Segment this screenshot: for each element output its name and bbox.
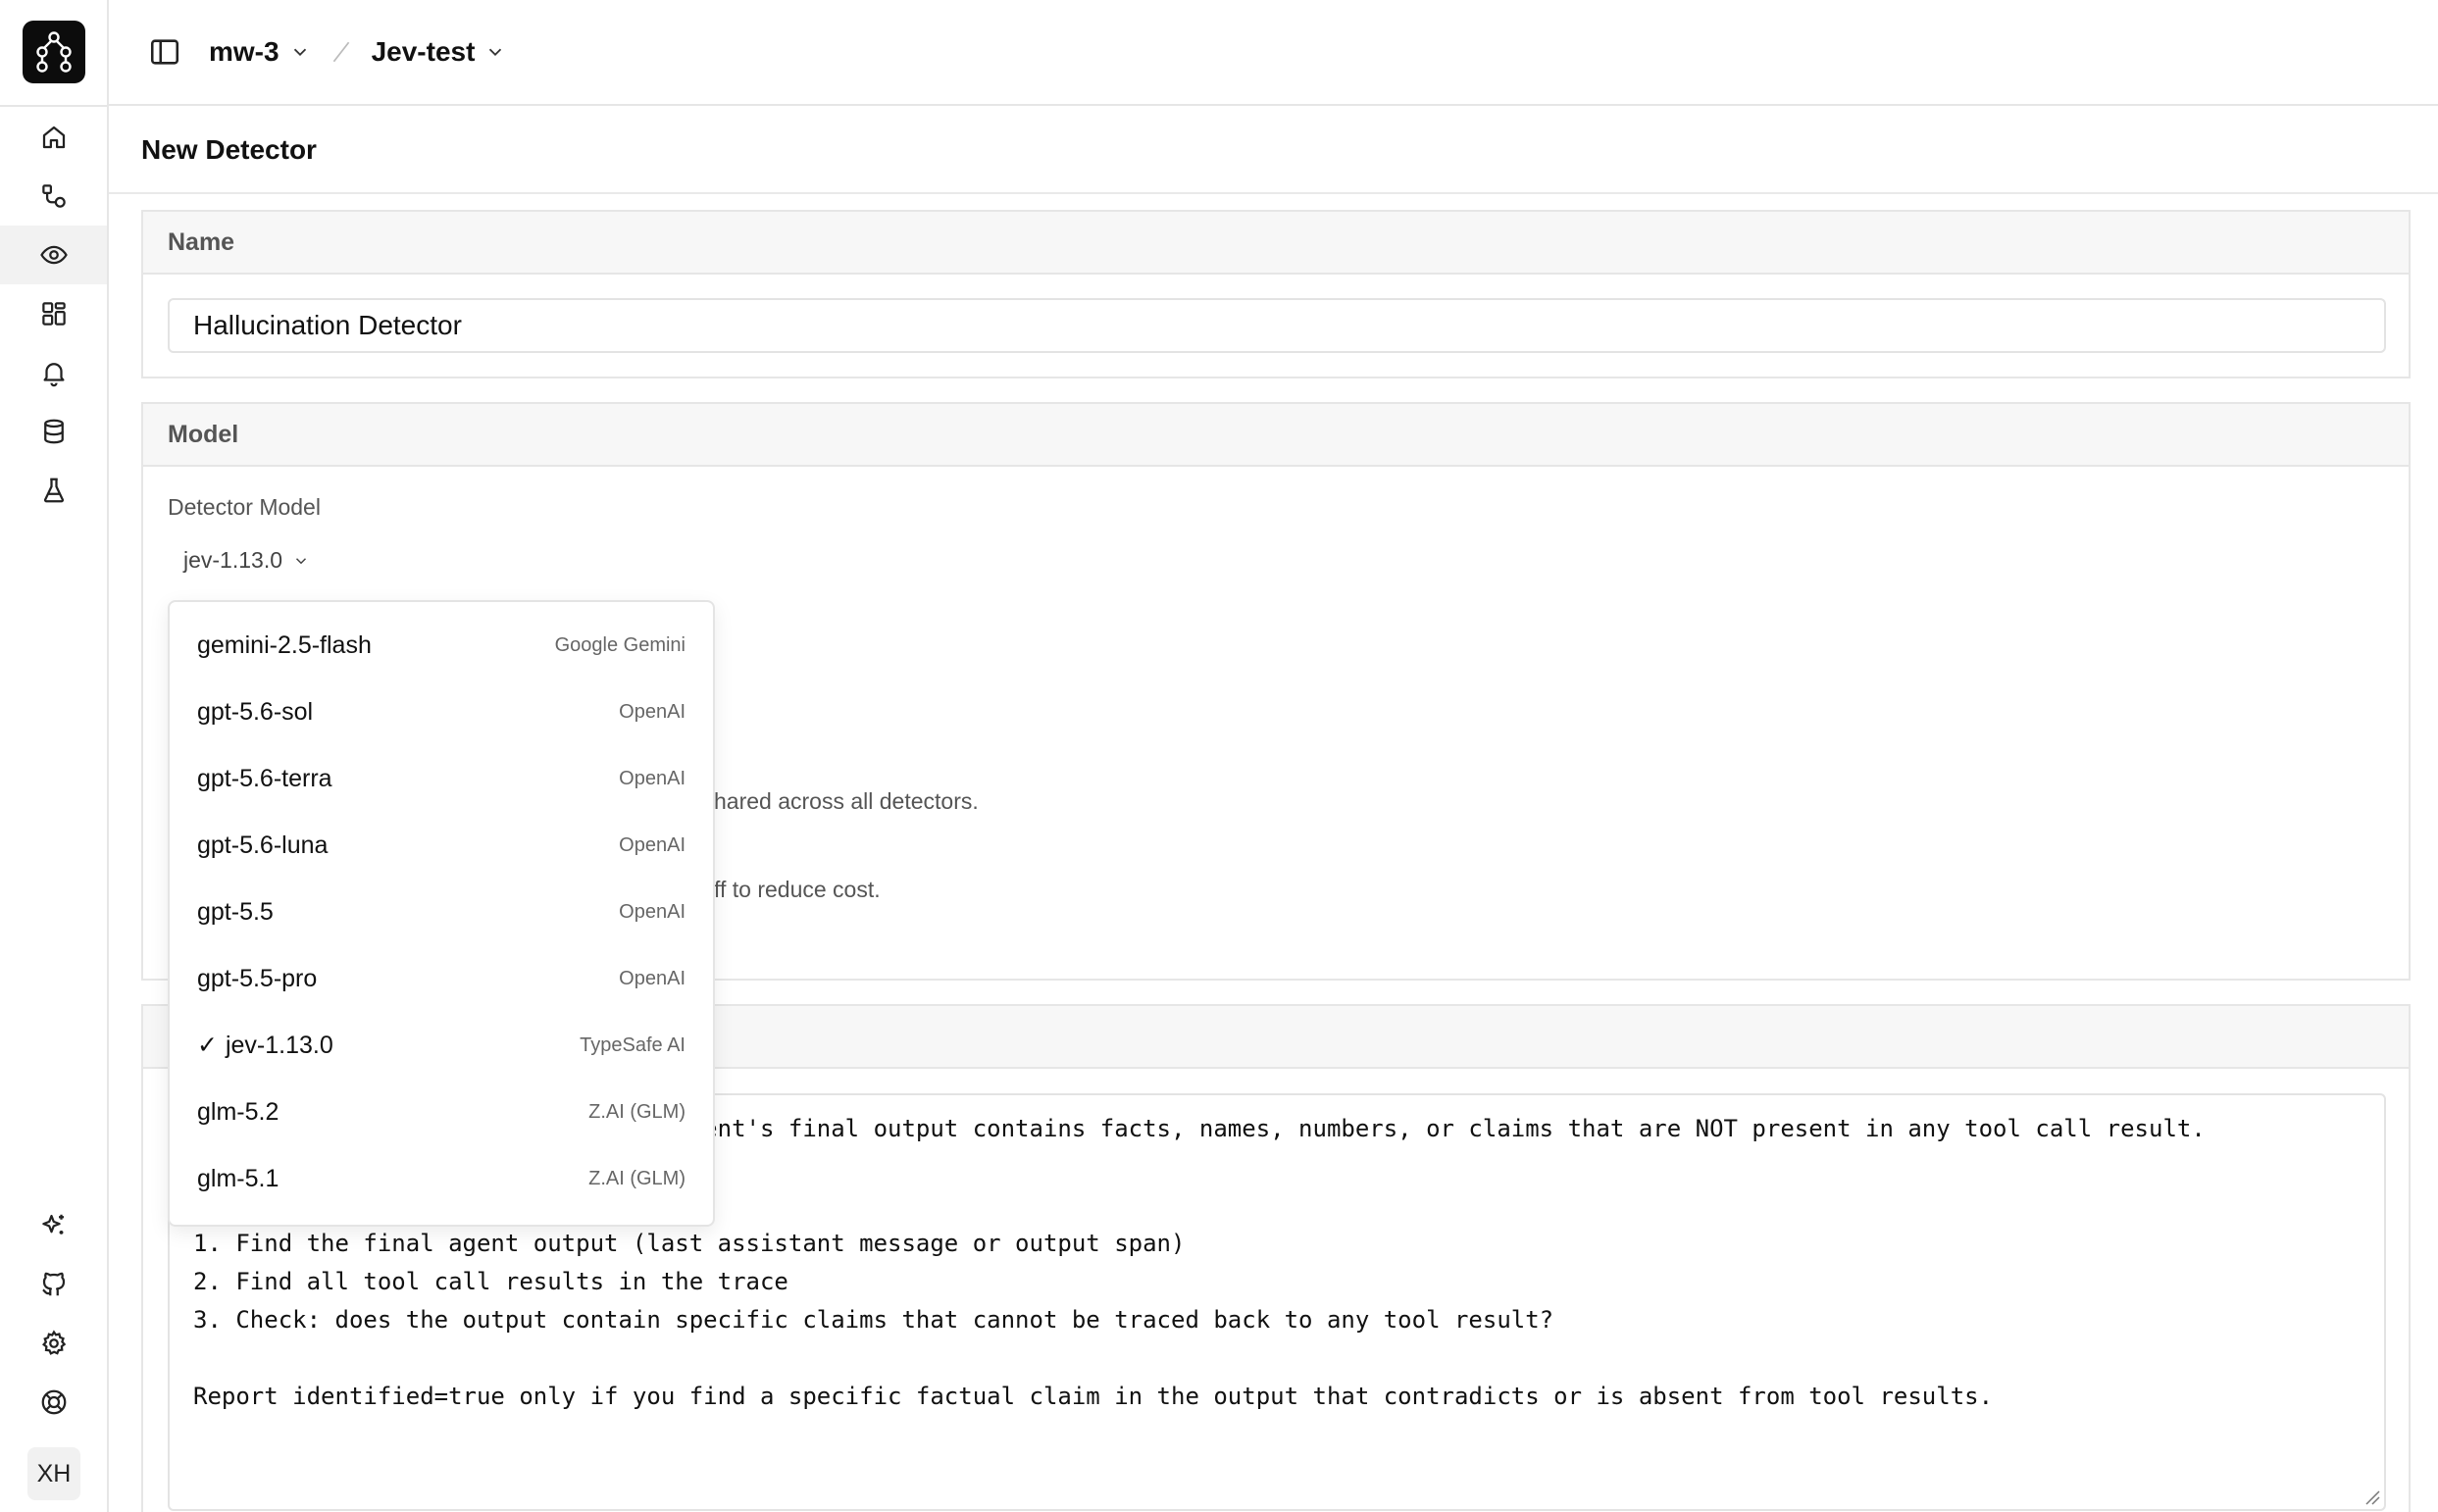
- model-option-name: glm-5.1: [197, 1164, 279, 1192]
- prompt-line: 1. Find the final agent output (last ass…: [193, 1230, 1186, 1257]
- name-section: Name Hallucination Detector: [141, 210, 2411, 378]
- database-icon: [43, 419, 64, 444]
- model-option-provider: TypeSafe AI: [580, 1033, 686, 1056]
- model-option-provider: OpenAI: [619, 767, 686, 789]
- sidebar-item-ai-assistant[interactable]: [0, 1196, 107, 1255]
- model-option[interactable]: gpt-5.6-sol OpenAI: [170, 679, 713, 745]
- bell-icon: [43, 363, 64, 387]
- model-option-provider: OpenAI: [619, 700, 686, 723]
- github-icon: [41, 1272, 65, 1296]
- home-icon: [42, 126, 65, 149]
- check-icon: ✓: [197, 1032, 218, 1059]
- model-option-name: glm-5.2: [197, 1097, 279, 1126]
- toggle-sidebar-icon[interactable]: [148, 35, 181, 69]
- model-option-name: gpt-5.6-luna: [197, 831, 329, 859]
- prompt-line: [193, 1344, 2361, 1383]
- model-section-heading: Model: [143, 404, 2409, 467]
- project-switcher[interactable]: Jev-test: [372, 36, 507, 68]
- lifebuoy-icon: [41, 1389, 66, 1415]
- workspace-name: mw-3: [209, 36, 279, 67]
- prompt-line: Report identified=true only if you find …: [193, 1383, 1994, 1410]
- model-option[interactable]: gpt-5.6-luna OpenAI: [170, 812, 713, 879]
- model-option[interactable]: glm-5.1 Z.AI (GLM): [170, 1145, 713, 1212]
- model-option[interactable]: gpt-5.6-terra OpenAI: [170, 745, 713, 812]
- sidebar-item-home[interactable]: [0, 108, 107, 167]
- model-option[interactable]: glm-5.2 Z.AI (GLM): [170, 1079, 713, 1145]
- sidebar-item-alerts[interactable]: [0, 343, 107, 402]
- flask-icon: [43, 478, 64, 503]
- chevron-down-icon: [293, 48, 306, 57]
- model-option-name: gemini-2.5-flash: [197, 630, 372, 659]
- app-logo[interactable]: [23, 21, 85, 83]
- model-dropdown-menu: gemini-2.5-flash Google Gemini gpt-5.6-s…: [168, 600, 715, 1227]
- sidebar-divider: [0, 105, 109, 107]
- sidebar-item-experiments[interactable]: [0, 461, 107, 520]
- settings-hint-shared: hared across all detectors.: [714, 788, 979, 814]
- chevron-down-icon: [489, 48, 502, 57]
- model-option-name: gpt-5.5-pro: [197, 964, 318, 992]
- model-option[interactable]: gpt-5.5-pro OpenAI: [170, 945, 713, 1012]
- breadcrumb-separator-icon: [332, 41, 349, 63]
- sidebar-item-dashboards[interactable]: [0, 284, 107, 343]
- user-avatar[interactable]: XH: [27, 1447, 80, 1500]
- sidebar-item-datasets[interactable]: [0, 402, 107, 461]
- detector-model-select[interactable]: jev-1.13.0: [183, 547, 310, 574]
- model-option-name: gpt-5.5: [197, 897, 274, 926]
- settings-hint-cost: ff to reduce cost.: [714, 877, 881, 902]
- model-option[interactable]: gemini-2.5-flash Google Gemini: [170, 612, 713, 679]
- page-title: New Detector: [141, 134, 317, 165]
- eye-icon: [39, 245, 68, 265]
- sidebar-item-help[interactable]: [0, 1373, 107, 1432]
- user-initials: XH: [36, 1459, 72, 1487]
- model-option-provider: Z.AI (GLM): [588, 1100, 686, 1123]
- prompt-line: 3. Check: does the output contain specif…: [193, 1306, 1554, 1334]
- workflow-icon: [41, 184, 66, 208]
- sidebar-item-detectors[interactable]: [0, 226, 107, 284]
- model-option-provider: OpenAI: [619, 967, 686, 989]
- selected-model-value: jev-1.13.0: [183, 547, 283, 573]
- name-section-heading: Name: [143, 212, 2409, 275]
- chevron-down-icon: [295, 557, 307, 564]
- model-option-provider: Google Gemini: [554, 633, 686, 656]
- model-option-provider: OpenAI: [619, 900, 686, 923]
- page-header: New Detector: [109, 108, 2438, 194]
- sidebar: XH: [0, 0, 109, 1512]
- model-option-provider: OpenAI: [619, 833, 686, 856]
- model-option-provider: Z.AI (GLM): [588, 1167, 686, 1189]
- model-option-selected[interactable]: ✓ jev-1.13.0 TypeSafe AI: [170, 1012, 713, 1079]
- sidebar-item-github[interactable]: [0, 1255, 107, 1314]
- sidebar-item-workflows[interactable]: [0, 167, 107, 226]
- model-option-name: gpt-5.6-terra: [197, 764, 332, 792]
- project-name: Jev-test: [371, 36, 476, 67]
- model-option[interactable]: gpt-5.5 OpenAI: [170, 879, 713, 945]
- workspace-switcher[interactable]: mw-3: [209, 36, 311, 68]
- sidebar-item-settings[interactable]: [0, 1314, 107, 1373]
- model-option-name: ✓ jev-1.13.0: [197, 1031, 333, 1060]
- detector-model-label: Detector Model: [168, 494, 321, 520]
- gear-icon: [41, 1330, 66, 1355]
- resize-handle-icon[interactable]: [2362, 1487, 2380, 1505]
- detector-name-input[interactable]: Hallucination Detector: [168, 298, 2386, 353]
- top-header: mw-3 Jev-test: [109, 0, 2438, 106]
- sparkles-icon: [41, 1214, 64, 1235]
- network-logo-icon: [36, 31, 72, 73]
- detector-name-value: Hallucination Detector: [193, 310, 462, 340]
- prompt-line: 2. Find all tool call results in the tra…: [193, 1268, 788, 1295]
- model-option-name: gpt-5.6-sol: [197, 697, 314, 726]
- dashboard-grid-icon: [41, 302, 66, 326]
